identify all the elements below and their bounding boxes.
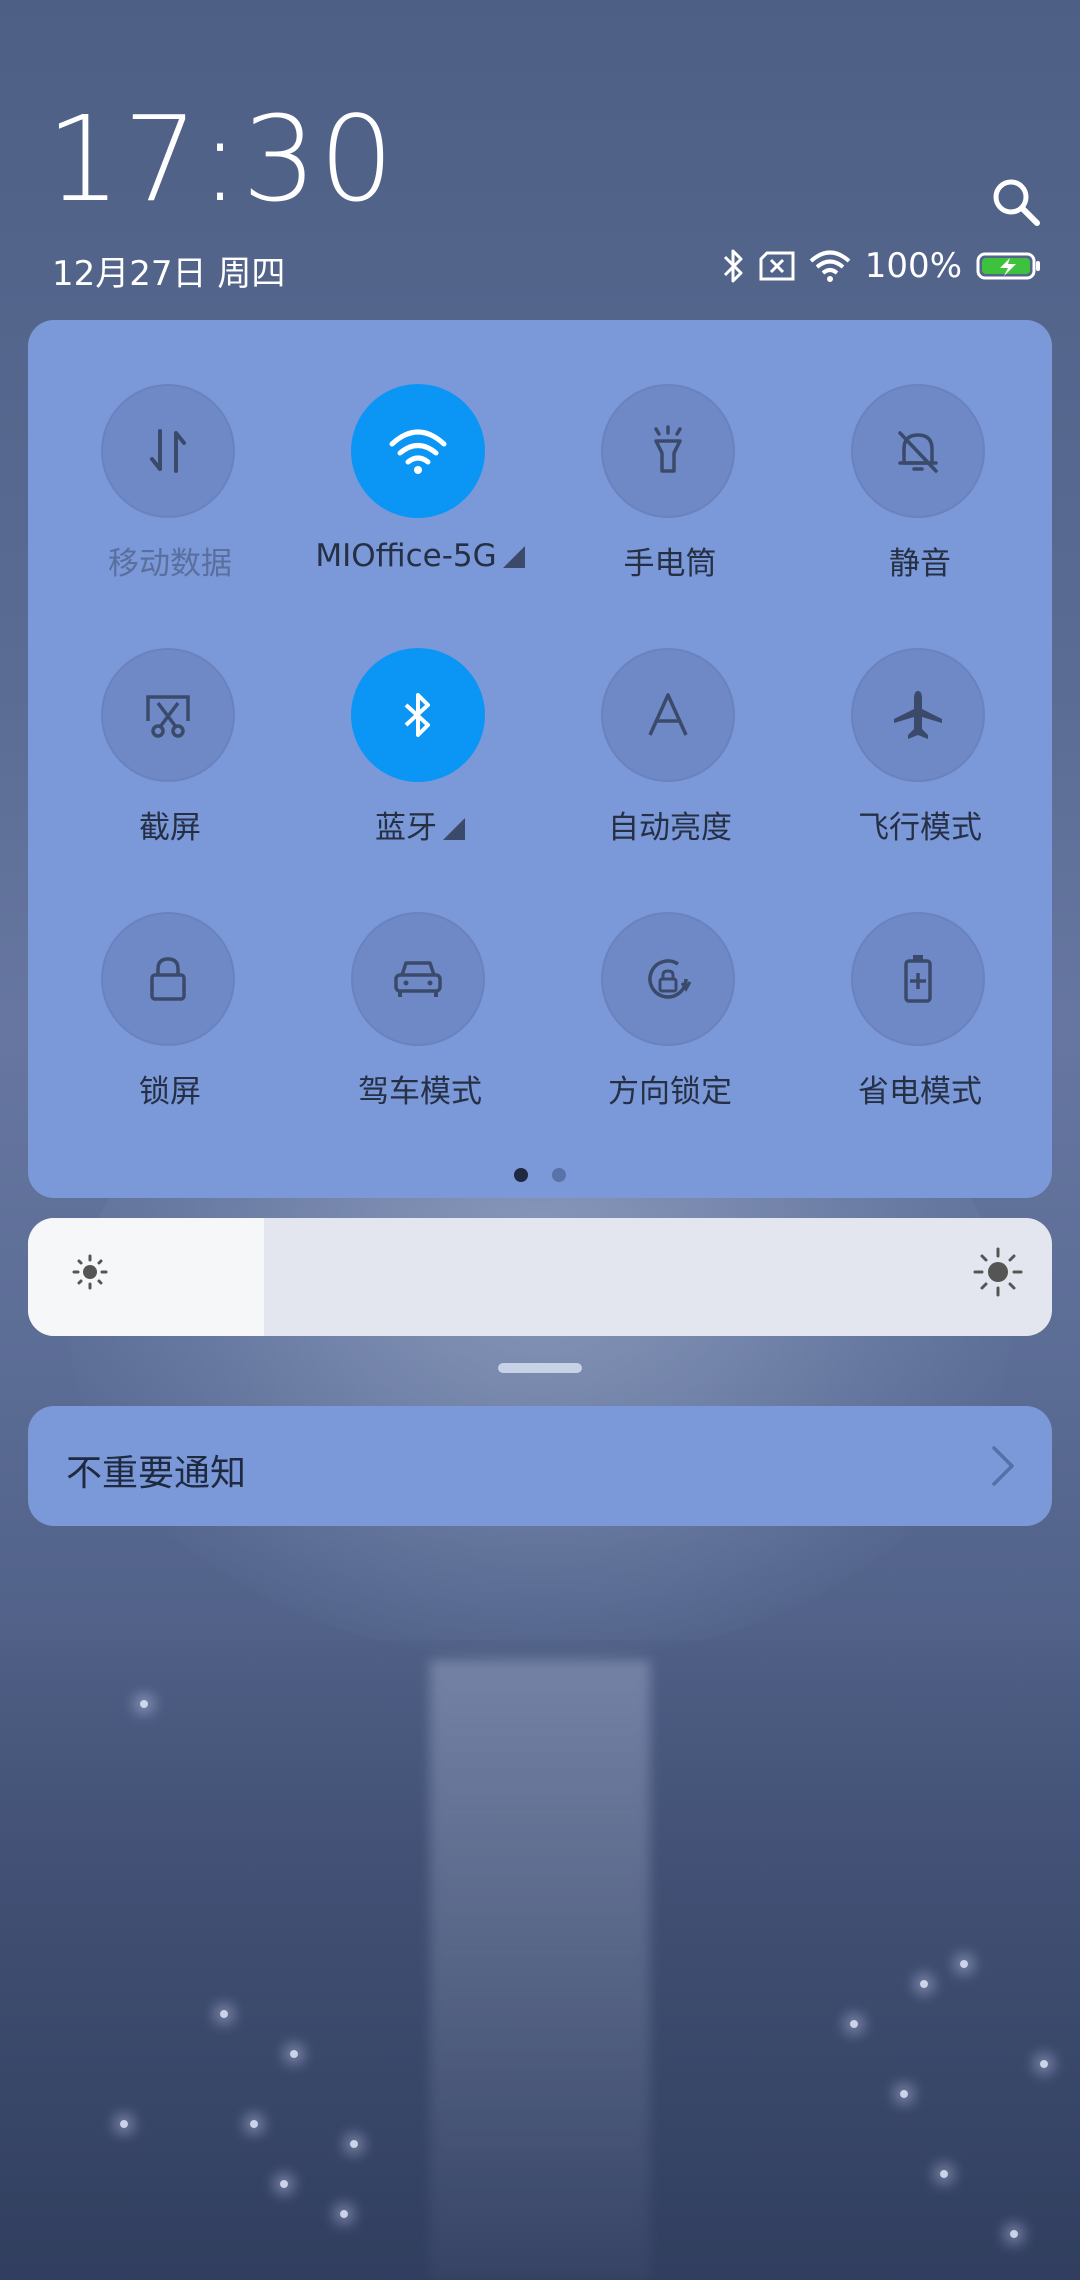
tile-driving-mode[interactable]: 驾车模式 — [295, 848, 545, 1110]
tile-flashlight[interactable]: 手电筒 — [545, 320, 795, 582]
tile-auto-brightness[interactable]: 自动亮度 — [545, 584, 795, 846]
tile-label: 自动亮度 — [608, 810, 732, 846]
tile-wifi[interactable]: MIOffice-5G — [295, 320, 545, 574]
lock-icon — [101, 912, 235, 1046]
tile-label: 移动数据 — [108, 546, 232, 582]
mute-bell-icon — [851, 384, 985, 518]
tile-label: 方向锁定 — [608, 1074, 732, 1110]
wallpaper-sparkle — [250, 2120, 258, 2128]
bluetooth-icon — [721, 247, 745, 285]
wifi-icon — [351, 384, 485, 518]
wallpaper-sparkle — [120, 2120, 128, 2128]
drag-handle[interactable] — [498, 1363, 582, 1373]
tile-mute[interactable]: 静音 — [795, 320, 1045, 582]
page-dot-active[interactable] — [514, 1168, 528, 1182]
mobile-data-icon — [101, 384, 235, 518]
wifi-icon — [809, 250, 851, 282]
clock: 17:30 — [46, 90, 397, 228]
expand-triangle-icon[interactable] — [502, 546, 525, 568]
tile-label: 飞行模式 — [858, 810, 982, 846]
tile-label: 截屏 — [139, 810, 201, 846]
brightness-fill[interactable] — [28, 1218, 264, 1336]
bluetooth-icon — [351, 648, 485, 782]
date: 12月27日 周四 — [52, 254, 286, 294]
wallpaper-sparkle — [900, 2090, 908, 2098]
no-sim-icon — [759, 251, 795, 281]
unimportant-notifications-row[interactable]: 不重要通知 — [28, 1406, 1052, 1526]
wallpaper-sparkle — [350, 2140, 358, 2148]
tile-label: 蓝牙 — [375, 810, 437, 846]
wallpaper-sparkle — [220, 2010, 228, 2018]
rotation-lock-icon — [601, 912, 735, 1046]
wallpaper-moonlight — [430, 1660, 650, 2280]
wallpaper-sparkle — [1010, 2230, 1018, 2238]
tile-label: 手电筒 — [623, 546, 717, 582]
brightness-low-icon — [70, 1252, 110, 1296]
tile-label: 静音 — [889, 546, 951, 582]
status-icons: 100% — [721, 246, 1042, 286]
brightness-high-icon — [972, 1246, 1024, 1302]
brightness-slider[interactable] — [28, 1218, 1052, 1336]
tile-label: 驾车模式 — [358, 1074, 482, 1110]
quick-settings-panel: 移动数据 MIOffice-5G 手电筒 静音 截屏 蓝牙 自动亮度 飞行模式 … — [28, 320, 1052, 1198]
tile-label: 锁屏 — [139, 1074, 201, 1110]
airplane-icon — [851, 648, 985, 782]
battery-charging-icon — [976, 250, 1042, 282]
chevron-right-icon — [990, 1444, 1016, 1492]
wallpaper-sparkle — [850, 2020, 858, 2028]
tile-mobile-data[interactable]: 移动数据 — [45, 320, 295, 582]
car-icon — [351, 912, 485, 1046]
flashlight-icon — [601, 384, 735, 518]
tile-screenshot[interactable]: 截屏 — [45, 584, 295, 846]
wallpaper-sparkle — [1040, 2060, 1048, 2068]
wallpaper-sparkle — [960, 1960, 968, 1968]
wallpaper-sparkle — [940, 2170, 948, 2178]
tile-rotation-lock[interactable]: 方向锁定 — [545, 848, 795, 1110]
tile-airplane[interactable]: 飞行模式 — [795, 584, 1045, 846]
notification-label: 不重要通知 — [66, 1453, 247, 1494]
tile-bluetooth[interactable]: 蓝牙 — [295, 584, 545, 846]
expand-triangle-icon[interactable] — [443, 818, 465, 840]
tile-battery-saver[interactable]: 省电模式 — [795, 848, 1045, 1110]
wallpaper-sparkle — [280, 2180, 288, 2188]
tile-label: 省电模式 — [858, 1074, 982, 1110]
tile-label: MIOffice-5G — [315, 538, 497, 574]
wallpaper-sparkle — [920, 1980, 928, 1988]
battery-percent: 100% — [864, 246, 962, 286]
page-dot[interactable] — [552, 1168, 566, 1182]
wallpaper-sparkle — [140, 1700, 148, 1708]
page-indicator — [28, 1168, 1052, 1182]
search-icon[interactable] — [990, 176, 1042, 228]
wallpaper-sparkle — [290, 2050, 298, 2058]
tile-lock-screen[interactable]: 锁屏 — [45, 848, 295, 1110]
wallpaper-sparkle — [340, 2210, 348, 2218]
auto-brightness-icon — [601, 648, 735, 782]
battery-saver-icon — [851, 912, 985, 1046]
screenshot-icon — [101, 648, 235, 782]
